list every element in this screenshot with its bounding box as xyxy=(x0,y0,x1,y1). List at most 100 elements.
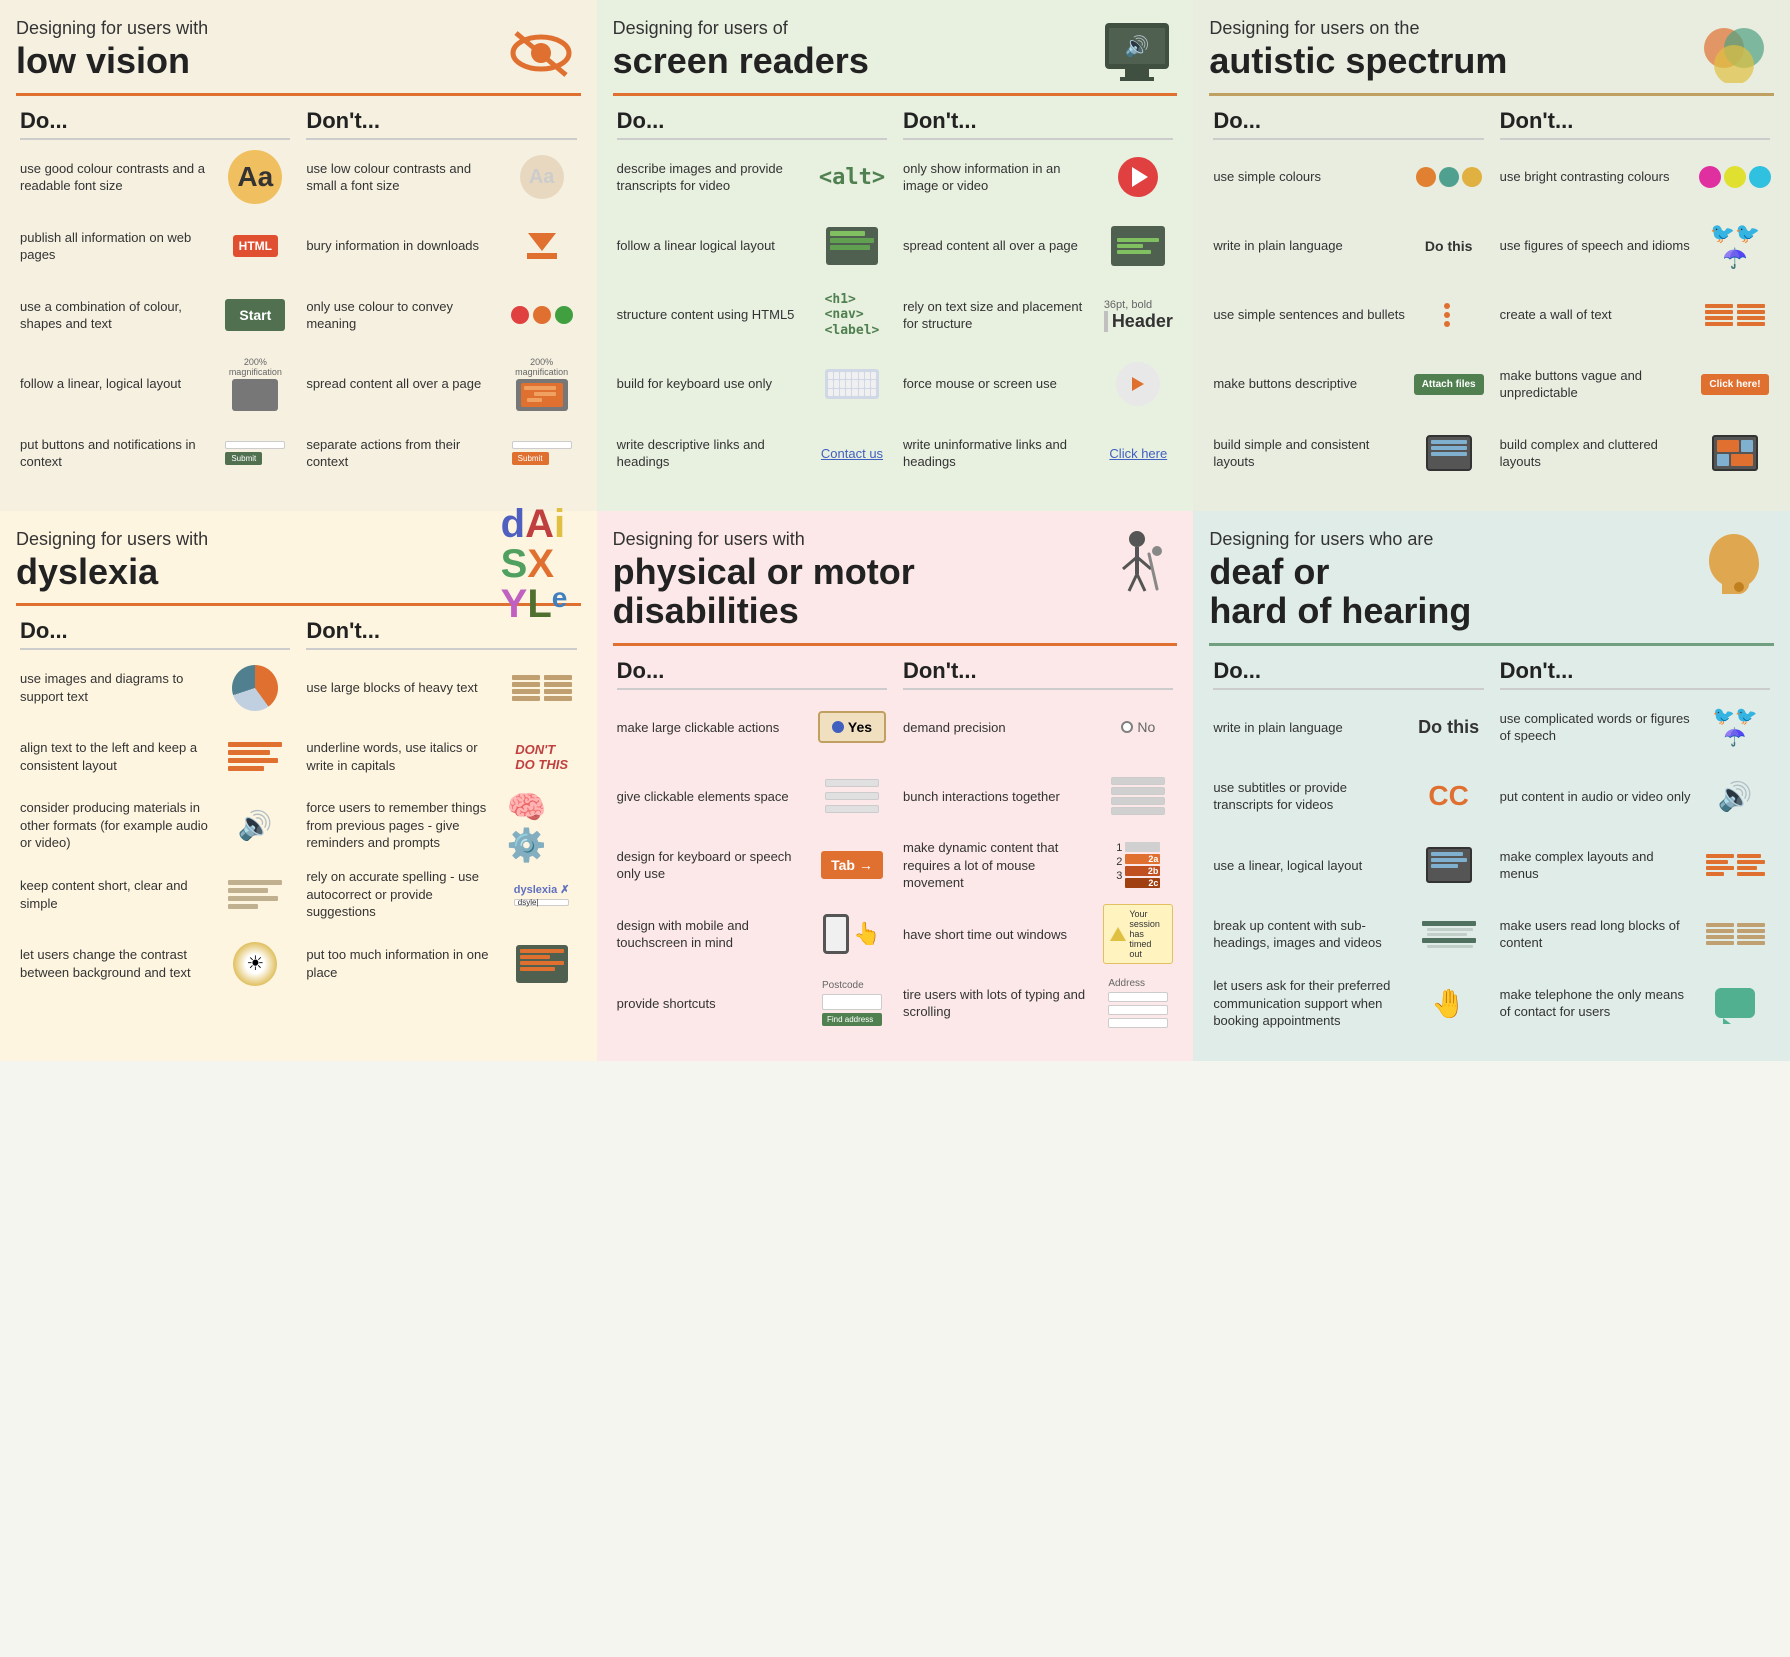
do-column-dy: Do... use images and diagrams to support… xyxy=(16,618,294,1005)
do-item-visual-5: Submit xyxy=(220,426,290,481)
36pt-label: 36pt, bold xyxy=(1104,299,1173,311)
magnification-label: 200% magnification xyxy=(220,357,290,377)
content-line-2 xyxy=(228,888,268,893)
panel-title-section-au: Designing for users on the autistic spec… xyxy=(1209,18,1507,89)
panel-header-deaf: Designing for users who are deaf or hard… xyxy=(1209,529,1774,639)
dont-column-mo: Don't... demand precision No bunch inter… xyxy=(899,658,1177,1045)
spread-line-3 xyxy=(1117,250,1151,254)
au-do-visual-1 xyxy=(1414,150,1484,205)
au-do-5: build simple and consistent layouts xyxy=(1213,426,1483,481)
logic-line-header xyxy=(830,231,865,236)
hand-phone-visual: 🤚 xyxy=(1431,987,1466,1020)
dy-do-1: use images and diagrams to support text xyxy=(20,660,290,715)
dont-heading-de: Don't... xyxy=(1500,658,1770,690)
panel-header-autistic: Designing for users on the autistic spec… xyxy=(1209,18,1774,89)
sr-dont-5: write uninformative links and headings C… xyxy=(903,426,1173,481)
align-line-2 xyxy=(228,750,270,755)
cursor-circle-visual xyxy=(1116,362,1160,406)
text-block-line-6 xyxy=(544,682,572,687)
sr-do-visual-4 xyxy=(817,357,887,412)
de-do-visual-4 xyxy=(1414,907,1484,962)
umbrella-icon-2: ☂️ xyxy=(1724,727,1746,748)
tablet-line-1 xyxy=(1431,440,1467,444)
do-this-deaf-visual: Do this xyxy=(1418,717,1479,738)
dy-do-visual-1 xyxy=(220,660,290,715)
dy-dont-text-4: rely on accurate spelling - use autocorr… xyxy=(306,868,498,921)
sr-dont-text-4: force mouse or screen use xyxy=(903,375,1095,393)
bird-icon: 🐦🐦 xyxy=(1710,221,1760,246)
dy-dont-text-1: use large blocks of heavy text xyxy=(306,679,498,697)
de-dont-text-5: make telephone the only means of contact… xyxy=(1500,986,1692,1021)
wall-col-2 xyxy=(1737,304,1765,326)
complex-col-1 xyxy=(1706,854,1734,876)
bright-colors-visual xyxy=(1699,166,1771,188)
logic-line-body1 xyxy=(830,238,874,243)
dyn-rows: 2a 2b 2c xyxy=(1125,842,1160,888)
head-cogs-visual: 🧠⚙️ xyxy=(507,788,577,864)
dont-item-5: separate actions from their context Subm… xyxy=(306,426,576,481)
dy-do-visual-3: 🔊 xyxy=(220,798,290,853)
birds-umbrella-visual: 🐦🐦 ☂️ xyxy=(1713,706,1758,748)
spread-tablet-vis xyxy=(516,379,568,411)
dy-dont-visual-1 xyxy=(507,660,577,715)
de-dont-visual-4 xyxy=(1700,907,1770,962)
dy-dont-visual-4: dyslexia ✗ dsyle| xyxy=(507,867,577,922)
complex-line-7 xyxy=(1737,866,1757,870)
mo-do-3: design for keyboard or speech only use T… xyxy=(617,838,887,893)
de-do-text-5: let users ask for their preferred commun… xyxy=(1213,977,1405,1030)
mo-dont-text-3: make dynamic content that requires a lot… xyxy=(903,839,1095,892)
de-dont-text-4: make users read long blocks of content xyxy=(1500,917,1692,952)
au-dont-text-2: use figures of speech and idioms xyxy=(1500,237,1692,255)
do-column-sr: Do... describe images and provide transc… xyxy=(613,108,891,495)
dont-item-text-5: separate actions from their context xyxy=(306,436,498,471)
do-item-visual-4: 200% magnification xyxy=(220,357,290,412)
tablet-deaf-visual xyxy=(1426,847,1472,883)
dy-dont-5: put too much information in one place xyxy=(306,936,576,991)
do-this-visual: Do this xyxy=(1425,238,1472,254)
panel-icon-deaf xyxy=(1694,529,1774,599)
de-dont-5: make telephone the only means of contact… xyxy=(1500,976,1770,1031)
bullet-dot-2 xyxy=(1444,312,1450,318)
bullet-line-2 xyxy=(1444,312,1453,318)
au-dont-visual-5 xyxy=(1700,426,1770,481)
spread-line-1 xyxy=(1117,238,1159,242)
de-dont-visual-2: 🔊 xyxy=(1700,769,1770,824)
panel-divider-de xyxy=(1209,643,1774,646)
monitor-stand xyxy=(1125,69,1149,77)
complex-layout-visual xyxy=(1706,854,1765,876)
complex-line-5 xyxy=(1737,854,1761,858)
panel-divider xyxy=(16,93,581,96)
aa-small-visual: Aa xyxy=(520,155,564,199)
mo-do-4: design with mobile and touchscreen in mi… xyxy=(617,907,887,962)
separate-btn: Submit xyxy=(512,452,549,465)
dyn-row-label-2a: 2a xyxy=(1148,854,1158,864)
wall-line-6 xyxy=(1737,310,1765,314)
do-dont-container-dy: Do... use images and diagrams to support… xyxy=(16,618,581,1005)
dyslexia-input-visual: dyslexia ✗ dsyle| xyxy=(514,883,570,906)
postcode-input xyxy=(822,994,882,1010)
long-line-6 xyxy=(1737,929,1765,933)
sr-dont-text-5: write uninformative links and headings xyxy=(903,436,1095,471)
do-column-de: Do... write in plain language Do this us… xyxy=(1209,658,1487,1045)
au-do-text-3: use simple sentences and bullets xyxy=(1213,306,1405,324)
bunch-elements-visual xyxy=(1111,777,1165,815)
mo-do-text-3: design for keyboard or speech only use xyxy=(617,848,809,883)
mo-do-visual-1: Yes xyxy=(817,700,887,755)
logic-line-body2 xyxy=(830,245,870,250)
monitor-info-line-3 xyxy=(520,961,564,965)
main-grid: Designing for users with low vision Do..… xyxy=(0,0,1790,1061)
de-do-visual-5: 🤚 xyxy=(1414,976,1484,1031)
dy-dont-3: force users to remember things from prev… xyxy=(306,798,576,853)
dyn-numbers: 1 2 3 xyxy=(1116,842,1122,882)
space-el-3 xyxy=(825,805,879,813)
panel-subtitle-au: Designing for users on the xyxy=(1209,18,1507,39)
de-dont-visual-5 xyxy=(1700,976,1770,1031)
dont-item-visual-3 xyxy=(507,288,577,343)
long-line-4 xyxy=(1706,941,1734,945)
au-dont-text-4: make buttons vague and unpredictable xyxy=(1500,367,1692,402)
dy-dont-visual-2: DON'TDO THIS xyxy=(507,729,577,784)
au-do-visual-4: Attach files xyxy=(1414,357,1484,412)
simple-tablet-visual xyxy=(1426,435,1472,471)
wall-line-2 xyxy=(1705,310,1733,314)
sr-dont-3: rely on text size and placement for stru… xyxy=(903,288,1173,343)
